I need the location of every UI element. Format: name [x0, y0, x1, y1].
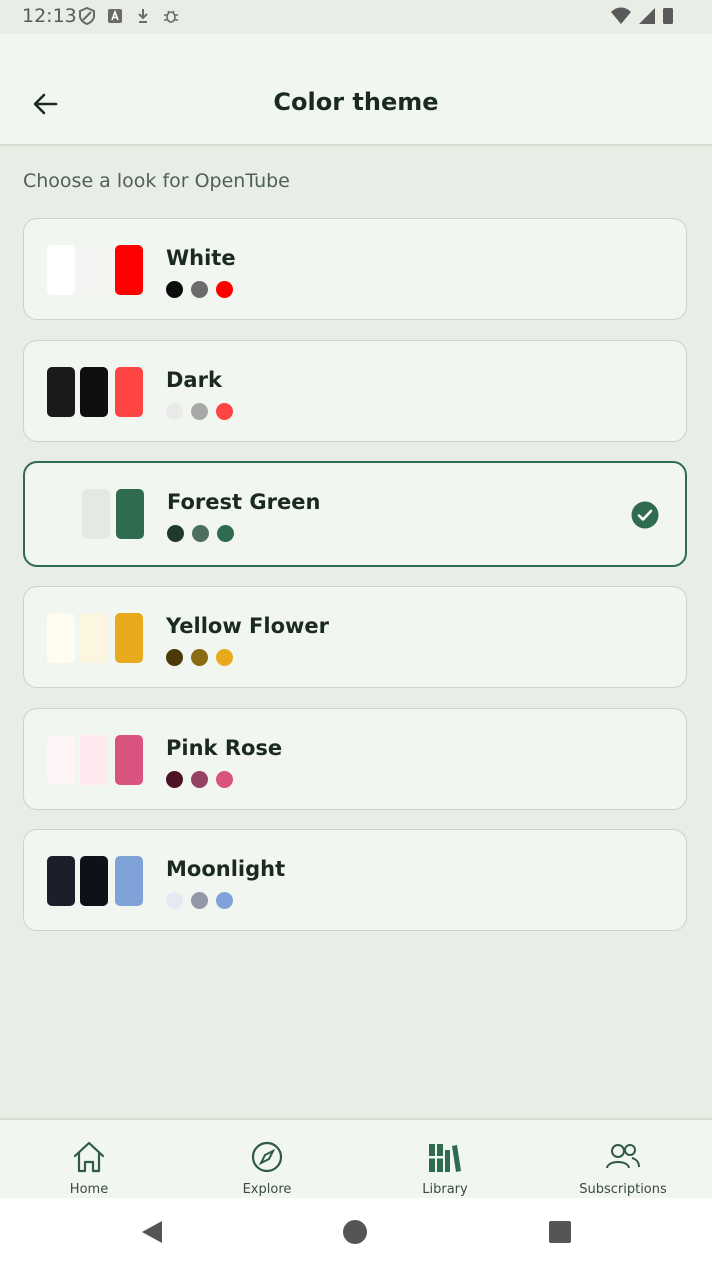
library-icon — [429, 1144, 461, 1172]
theme-card-white[interactable]: White — [23, 218, 687, 320]
theme-dot-accent — [216, 649, 233, 666]
nav-label: Home — [69, 1182, 109, 1197]
theme-swatch-surface — [82, 489, 110, 539]
theme-dot-secondary — [191, 281, 208, 298]
theme-dot-secondary — [191, 403, 208, 420]
nav-item-library[interactable]: Library — [356, 1120, 534, 1200]
status-bar: 12:13 — [0, 0, 712, 34]
theme-dot-accent — [217, 525, 234, 542]
nav-label: Library — [422, 1182, 468, 1197]
theme-swatch-surface — [80, 856, 108, 906]
theme-card-dark[interactable]: Dark — [23, 340, 687, 442]
people-icon — [606, 1144, 640, 1169]
theme-swatch-background — [48, 489, 76, 539]
theme-swatch-accent — [115, 856, 143, 906]
theme-dot-primary — [166, 771, 183, 788]
theme-dot-primary — [166, 892, 183, 909]
shield-icon — [78, 6, 96, 26]
theme-swatch-accent — [116, 489, 144, 539]
system-back-icon[interactable] — [138, 1218, 166, 1246]
bug-icon — [162, 7, 180, 25]
theme-swatch-accent — [115, 735, 143, 785]
theme-swatch-accent — [115, 245, 143, 295]
theme-swatch-background — [47, 856, 75, 906]
nav-label: Explore — [242, 1182, 292, 1197]
theme-dot-secondary — [192, 525, 209, 542]
theme-dot-primary — [167, 525, 184, 542]
theme-swatch-background — [47, 613, 75, 663]
page-title: Color theme — [273, 88, 439, 116]
theme-card-yellow-flower[interactable]: Yellow Flower — [23, 586, 687, 688]
theme-dot-primary — [166, 649, 183, 666]
theme-dot-accent — [216, 771, 233, 788]
nav-item-home[interactable]: Home — [0, 1120, 178, 1200]
theme-swatch-background — [47, 735, 75, 785]
nav-label: Subscriptions — [579, 1182, 667, 1197]
theme-swatch-surface — [80, 245, 108, 295]
status-notification-icons — [78, 6, 180, 26]
theme-dot-primary — [166, 281, 183, 298]
home-icon — [73, 1141, 105, 1173]
theme-card-moonlight[interactable]: Moonlight — [23, 829, 687, 931]
theme-dot-secondary — [191, 892, 208, 909]
theme-name: Dark — [166, 368, 222, 392]
theme-dot-accent — [216, 281, 233, 298]
compass-icon — [251, 1141, 283, 1173]
theme-name: Moonlight — [166, 857, 286, 881]
theme-dot-accent — [216, 403, 233, 420]
theme-dot-primary — [166, 403, 183, 420]
theme-swatch-accent — [115, 367, 143, 417]
theme-swatch-background — [47, 245, 75, 295]
battery-icon — [662, 7, 674, 29]
bottom-navigation: Home Explore Library Subscriptions — [0, 1118, 712, 1200]
system-home-icon[interactable] — [341, 1218, 369, 1246]
theme-swatch-background — [47, 367, 75, 417]
theme-dot-secondary — [191, 649, 208, 666]
status-time: 12:13 — [22, 5, 77, 27]
nav-item-subscriptions[interactable]: Subscriptions — [534, 1120, 712, 1200]
nav-item-explore[interactable]: Explore — [178, 1120, 356, 1200]
theme-dot-accent — [216, 892, 233, 909]
system-navigation-bar — [0, 1198, 712, 1266]
theme-swatch-accent — [115, 613, 143, 663]
check-circle-icon — [631, 501, 659, 529]
theme-name: Forest Green — [167, 490, 321, 514]
subtitle: Choose a look for OpenTube — [23, 170, 290, 192]
theme-swatch-surface — [80, 613, 108, 663]
status-system-icons — [610, 7, 674, 29]
theme-dot-secondary — [191, 771, 208, 788]
theme-swatch-surface — [80, 367, 108, 417]
download-icon — [134, 7, 152, 25]
theme-name: Yellow Flower — [166, 614, 330, 638]
wifi-icon — [610, 7, 632, 29]
signal-icon — [638, 7, 656, 29]
app-a-icon — [106, 7, 124, 25]
theme-name: White — [166, 246, 236, 270]
theme-swatch-surface — [80, 735, 108, 785]
theme-card-pink-rose[interactable]: Pink Rose — [23, 708, 687, 810]
system-recents-icon[interactable] — [546, 1218, 574, 1246]
theme-card-forest-green[interactable]: Forest Green — [23, 461, 687, 567]
theme-name: Pink Rose — [166, 736, 283, 760]
